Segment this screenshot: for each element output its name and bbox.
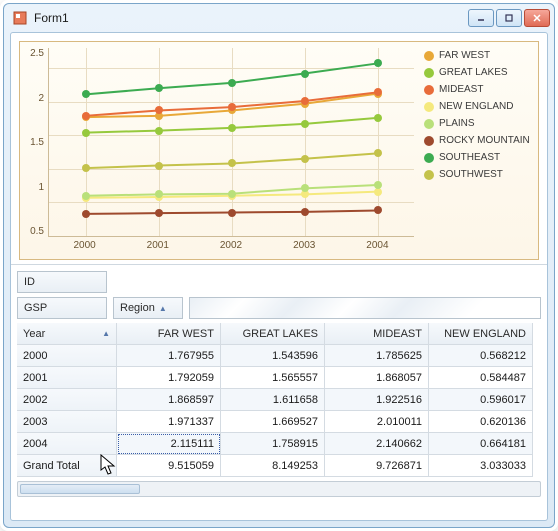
legend: FAR WEST GREAT LAKES MIDEAST NEW ENGLAND PLA… — [420, 42, 538, 259]
data-cell[interactable]: 2.115111 — [117, 433, 221, 455]
col-field-region[interactable]: Region▲ — [113, 297, 183, 319]
data-cell[interactable]: 9.515059 — [117, 455, 221, 477]
data-cell[interactable]: 9.726871 — [325, 455, 429, 477]
data-cell[interactable]: 1.922516 — [325, 389, 429, 411]
year-column-header[interactable]: Year▲ — [17, 323, 117, 345]
pivot-grid: ID GSP Region▲ Year▲ FAR WEST GREAT LAKE… — [11, 265, 547, 520]
row-header[interactable]: Grand Total — [17, 455, 117, 477]
data-cell[interactable]: 1.971337 — [117, 411, 221, 433]
data-cell[interactable]: 2.010011 — [325, 411, 429, 433]
column-header[interactable]: GREAT LAKES — [221, 323, 325, 345]
horizontal-scrollbar[interactable] — [17, 481, 541, 497]
data-field-gsp[interactable]: GSP — [17, 297, 107, 319]
legend-item: ROCKY MOUNTAIN — [424, 135, 534, 146]
row-header[interactable]: 2003 — [17, 411, 117, 433]
row-header[interactable]: 2000 — [17, 345, 117, 367]
data-cell[interactable]: 0.664181 — [429, 433, 533, 455]
data-cell[interactable]: 0.596017 — [429, 389, 533, 411]
table-row[interactable]: 20011.7920591.5655571.8680570.584487 — [17, 367, 541, 389]
legend-item: SOUTHEAST — [424, 152, 534, 163]
table-row[interactable]: 20031.9713371.6695272.0100110.620136 — [17, 411, 541, 433]
legend-item: PLAINS — [424, 118, 534, 129]
data-cell[interactable]: 1.868597 — [117, 389, 221, 411]
grand-total-row[interactable]: Grand Total9.5150598.1492539.7268713.033… — [17, 455, 541, 477]
plot-area — [48, 48, 414, 237]
data-cell[interactable]: 1.758915 — [221, 433, 325, 455]
titlebar[interactable]: Form1 — [4, 4, 554, 32]
data-cell[interactable]: 1.669527 — [221, 411, 325, 433]
window-title: Form1 — [34, 11, 468, 25]
row-header[interactable]: 2004 — [17, 433, 117, 455]
data-cell[interactable]: 1.785625 — [325, 345, 429, 367]
data-cell[interactable]: 1.767955 — [117, 345, 221, 367]
data-cell[interactable]: 2.140662 — [325, 433, 429, 455]
data-cell[interactable]: 1.565557 — [221, 367, 325, 389]
table-row[interactable]: 20042.1151111.7589152.1406620.664181 — [17, 433, 541, 455]
data-cell[interactable]: 8.149253 — [221, 455, 325, 477]
data-cell[interactable]: 0.584487 — [429, 367, 533, 389]
maximize-button[interactable] — [496, 9, 522, 27]
data-cell[interactable]: 1.611658 — [221, 389, 325, 411]
legend-item: FAR WEST — [424, 50, 534, 61]
data-cell[interactable]: 1.868057 — [325, 367, 429, 389]
data-cell[interactable]: 0.620136 — [429, 411, 533, 433]
header-spacer — [189, 297, 541, 319]
sort-asc-icon: ▲ — [159, 304, 167, 313]
sort-asc-icon: ▲ — [102, 329, 110, 338]
filter-field-id[interactable]: ID — [17, 271, 107, 293]
legend-item: SOUTHWEST — [424, 169, 534, 180]
scrollbar-thumb[interactable] — [20, 484, 140, 494]
data-cell[interactable]: 1.543596 — [221, 345, 325, 367]
data-cell[interactable]: 0.568212 — [429, 345, 533, 367]
row-header[interactable]: 2001 — [17, 367, 117, 389]
row-header[interactable]: 2002 — [17, 389, 117, 411]
legend-item: MIDEAST — [424, 84, 534, 95]
app-window: Form1 2.521.510.5 20002001200220032004 F… — [3, 3, 555, 528]
legend-item: GREAT LAKES — [424, 67, 534, 78]
close-button[interactable] — [524, 9, 550, 27]
data-cell[interactable]: 3.033033 — [429, 455, 533, 477]
column-header[interactable]: FAR WEST — [117, 323, 221, 345]
legend-item: NEW ENGLAND — [424, 101, 534, 112]
table-row[interactable]: 20001.7679551.5435961.7856250.568212 — [17, 345, 541, 367]
app-icon — [12, 10, 28, 26]
minimize-button[interactable] — [468, 9, 494, 27]
y-axis: 2.521.510.5 — [20, 42, 48, 237]
table-row[interactable]: 20021.8685971.6116581.9225160.596017 — [17, 389, 541, 411]
column-header[interactable]: MIDEAST — [325, 323, 429, 345]
x-axis: 20002001200220032004 — [48, 237, 414, 259]
data-cell[interactable]: 1.792059 — [117, 367, 221, 389]
chart-panel: 2.521.510.5 20002001200220032004 FAR WES… — [11, 33, 547, 265]
column-header[interactable]: NEW ENGLAND — [429, 323, 533, 345]
